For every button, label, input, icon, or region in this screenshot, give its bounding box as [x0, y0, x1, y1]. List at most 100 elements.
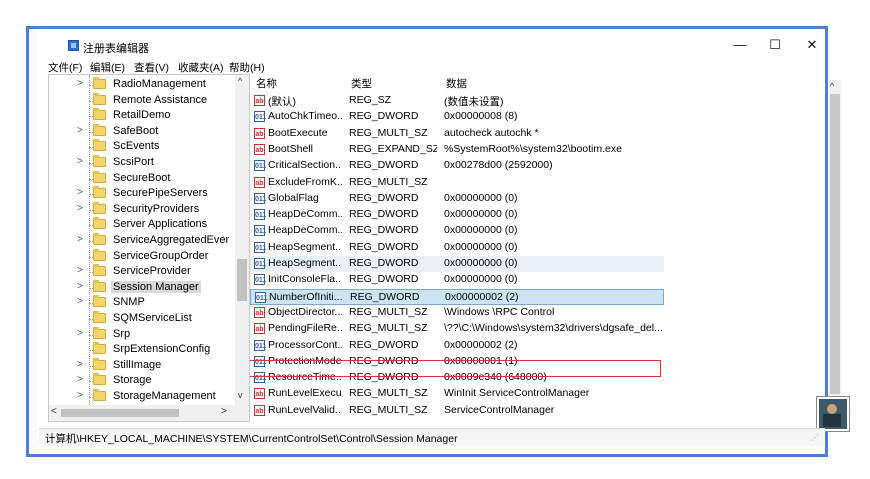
value-type: REG_DWORD [349, 159, 419, 172]
folder-icon [93, 108, 106, 121]
value-row[interactable]: 011 NumberOfIniti... REG_DWORD 0x00000002 (… [250, 288, 664, 305]
tree-item-label: SecurityProviders [113, 202, 200, 215]
value-row[interactable]: 011 HeapDeComm... REG_DWORD 0x00000000 (0) [250, 207, 664, 223]
menu-file[interactable]: 文件(F) [48, 60, 82, 75]
value-data: 0x00278d00 (2592000) [444, 159, 553, 172]
tree-scroll-up-icon[interactable]: ^ [238, 76, 242, 86]
values-vertical-scroll-thumb[interactable] [830, 94, 840, 394]
tree-item[interactable]: ServiceGroupOrder [49, 248, 235, 265]
expand-chevron-icon[interactable]: > [77, 125, 83, 136]
value-type: REG_MULTI_SZ [349, 305, 428, 318]
folder-icon [93, 217, 106, 230]
value-row[interactable]: ab RunLevelValid... REG_MULTI_SZ ServiceCon… [250, 403, 664, 419]
menu-favorites[interactable]: 收藏夹(A) [178, 60, 224, 75]
expand-chevron-icon[interactable]: > [77, 187, 83, 198]
menu-edit[interactable]: 编辑(E) [90, 60, 125, 75]
tree-item[interactable]: > Srp [49, 326, 235, 343]
value-row[interactable]: abRunLevelExecu... REG_MULTI_SZ WinInit Se… [250, 386, 664, 402]
expand-chevron-icon[interactable]: > [77, 328, 83, 339]
tree-item[interactable]: > Session Manager [49, 279, 235, 296]
value-data: 0x00000008 (8) [444, 110, 518, 123]
tree-item[interactable]: Server Applications [49, 217, 235, 233]
value-row[interactable]: 011 AutoChkTimeo... REG_DWORD 0x00000008 (8… [250, 109, 664, 125]
value-row[interactable]: ab ObjectDirector... REG_MULTI_SZ \Windows … [250, 305, 664, 321]
value-row[interactable]: 011 GlobalFlag REG_DWORD 0x00000000 (0) [250, 191, 664, 207]
tree-horizontal-scroll-thumb[interactable] [61, 409, 179, 417]
tree-scroll-down-icon[interactable]: v [238, 390, 243, 400]
value-row[interactable]: ab BootShell REG_EXPAND_SZ %SystemRoot%\sys… [250, 142, 664, 158]
tree-item[interactable]: > SafeBoot [49, 123, 235, 140]
string-value-icon: ab [254, 306, 265, 318]
tree-item-label: ServiceGroupOrder [113, 249, 209, 262]
tree-item[interactable]: > ServiceProvider [49, 264, 235, 280]
value-row[interactable]: 011 HeapDeComm... REG_DWORD 0x00000000 (0) [250, 223, 664, 239]
tree-item[interactable]: > SecurePipeServers [49, 186, 235, 202]
values-scroll-up-icon[interactable]: ^ [830, 81, 834, 91]
expand-chevron-icon[interactable]: > [77, 281, 83, 292]
tree-item-label: RetailDemo [113, 109, 171, 122]
string-value-icon: ab [254, 127, 265, 139]
value-row[interactable]: 011 CriticalSection... REG_DWORD 0x00278d00… [250, 158, 664, 174]
value-row[interactable]: ab (默认) REG_SZ (数值未设置) [250, 93, 664, 109]
tree-item[interactable]: > ScsiPort [49, 155, 235, 171]
string-value-icon: ab [254, 95, 265, 106]
expand-chevron-icon[interactable]: > [77, 156, 83, 167]
tree-item[interactable]: > StorageManagement [49, 389, 235, 405]
tree-item-label: Storage [113, 374, 152, 387]
tree-item[interactable]: > ServiceAggregatedEver [49, 233, 235, 249]
tree-scroll-right-icon[interactable]: > [221, 406, 227, 417]
value-row[interactable]: 011 HeapSegment... REG_DWORD 0x00000000 (0) [250, 256, 664, 272]
value-row[interactable]: ab ExcludeFromK... REG_MULTI_SZ [250, 175, 664, 191]
tree-scroll-left-icon[interactable]: < [51, 406, 57, 417]
maximize-button[interactable]: ☐ [757, 36, 793, 54]
tree-item-label: ServiceProvider [113, 265, 191, 278]
values-list-pane[interactable]: 名称 类型 数据 ab (默认) REG_SZ (数值未设置) 011 AutoChkTi… [250, 74, 825, 420]
close-button[interactable]: ✕ [794, 36, 830, 54]
tree-item[interactable]: SrpExtensionConfig [49, 342, 235, 358]
minimize-button[interactable]: — [722, 36, 758, 54]
tree-vertical-scrollbar[interactable] [235, 75, 249, 405]
column-header-data[interactable]: 数据 [446, 76, 467, 91]
value-type: REG_DWORD [349, 191, 419, 204]
folder-icon [93, 326, 106, 339]
folder-icon [93, 186, 106, 199]
expand-chevron-icon[interactable]: > [77, 265, 83, 276]
column-header-name[interactable]: 名称 [256, 76, 277, 91]
expand-chevron-icon[interactable]: > [77, 390, 83, 401]
tree-item[interactable]: SQMServiceList [49, 311, 235, 327]
tree-item[interactable]: RetailDemo [49, 108, 235, 124]
tree-item-label: ServiceAggregatedEver [113, 234, 230, 246]
tree-item[interactable]: > SNMP [49, 295, 235, 311]
resize-grip-icon[interactable]: ⋰ [811, 433, 821, 443]
tree-item[interactable]: ScEvents [49, 139, 235, 155]
expand-chevron-icon[interactable]: > [77, 234, 83, 245]
value-row[interactable]: 011 InitConsoleFla... REG_DWORD 0x00000000 … [250, 272, 664, 288]
expand-chevron-icon[interactable]: > [77, 374, 83, 385]
tree-item[interactable]: > RadioManagement [49, 77, 235, 93]
tree-item[interactable]: Remote Assistance [49, 92, 235, 109]
tree-item[interactable]: > StillImage [49, 357, 235, 374]
title-bar: 注册表编辑器 — ☐ ✕ [39, 34, 825, 56]
tree-vertical-scroll-thumb[interactable] [237, 259, 247, 301]
tree-item[interactable]: > Storage [49, 373, 235, 389]
menu-help[interactable]: 帮助(H) [229, 60, 265, 75]
menu-view[interactable]: 查看(V) [134, 60, 169, 75]
value-row[interactable]: ab PendingFileRe... REG_MULTI_SZ \??\C:\Win… [250, 321, 664, 337]
tree-item[interactable]: > SecurityProviders [49, 201, 235, 218]
tree-item[interactable]: SecureBoot [49, 170, 235, 187]
expand-chevron-icon[interactable]: > [77, 296, 83, 307]
value-row[interactable]: ab BootExecute REG_MULTI_SZ autocheck autoc… [250, 126, 664, 142]
expand-chevron-icon[interactable]: > [77, 78, 83, 89]
value-row[interactable]: 011 ProcessorCont... REG_DWORD 0x00000002 (… [250, 338, 664, 354]
string-value-icon: ab [254, 176, 265, 188]
key-tree-pane[interactable]: > RadioManagement Remote Assistance RetailD… [48, 74, 250, 422]
tree-item-label: SrpExtensionConfig [113, 343, 211, 356]
tree-item-label: ScsiPort [113, 156, 154, 168]
column-header-type[interactable]: 类型 [351, 76, 372, 91]
expand-chevron-icon[interactable]: > [77, 359, 83, 370]
expand-chevron-icon[interactable]: > [77, 203, 83, 214]
value-name: RunLevelValid... [268, 403, 342, 416]
value-row[interactable]: 011 HeapSegment... REG_DWORD 0x00000000 (0) [250, 240, 664, 256]
tree-item-label: RadioManagement [113, 78, 206, 90]
value-type: REG_EXPAND_SZ [349, 142, 437, 155]
